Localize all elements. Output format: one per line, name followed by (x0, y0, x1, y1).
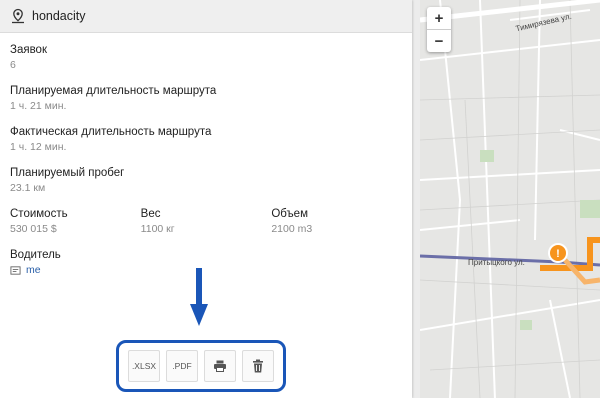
cost-field: Стоимость 530 015 $ (10, 207, 141, 236)
route-header: hondacity (0, 0, 412, 33)
delete-button[interactable] (242, 350, 274, 382)
driver-card-icon (10, 265, 21, 275)
svg-text:!: ! (556, 248, 560, 260)
actual-duration-value: 1 ч. 12 мин. (10, 141, 67, 153)
cost-label: Стоимость (10, 208, 68, 220)
weight-label: Вес (140, 208, 161, 220)
planned-duration-label: Планируемая длительность маршрута (10, 85, 217, 97)
weight-field: Вес 1100 кг (141, 207, 272, 236)
requests-field: Заявок 6 (10, 43, 402, 72)
planned-duration-field: Планируемая длительность маршрута 1 ч. 2… (10, 84, 402, 113)
actual-duration-label: Фактическая длительность маршрута (10, 126, 212, 138)
driver-label: Водитель (10, 249, 61, 261)
cost-value: 530 015 $ (10, 223, 57, 235)
trash-icon (253, 359, 263, 373)
printer-icon (214, 360, 226, 372)
volume-value: 2100 m3 (271, 223, 313, 235)
zoom-control: + − (427, 7, 451, 52)
actual-duration-field: Фактическая длительность маршрута 1 ч. 1… (10, 125, 402, 154)
export-pdf-button[interactable]: .PDF (166, 350, 198, 382)
planned-distance-field: Планируемый пробег 23.1 км (10, 166, 402, 195)
planned-distance-label: Планируемый пробег (10, 167, 125, 179)
weight-value: 1100 кг (140, 223, 175, 235)
route-details-panel: hondacity Заявок 6 Планируемая длительно… (0, 0, 412, 398)
zoom-out-button[interactable]: − (427, 29, 451, 52)
volume-field: Объем 2100 m3 (271, 207, 402, 236)
planned-distance-value: 23.1 км (10, 182, 46, 194)
export-toolbar: .XLSX .PDF (116, 340, 286, 392)
route-title: hondacity (32, 9, 86, 23)
map-tiles: ! (420, 0, 600, 398)
street-label-mid: Притыцкого ул. (468, 258, 525, 267)
volume-label: Объем (271, 208, 308, 220)
requests-value: 6 (10, 59, 16, 71)
driver-link[interactable]: me (26, 264, 41, 276)
export-xlsx-button[interactable]: .XLSX (128, 350, 160, 382)
planned-duration-value: 1 ч. 21 мин. (10, 100, 67, 112)
down-arrow-icon (190, 268, 208, 326)
zoom-in-button[interactable]: + (427, 7, 451, 29)
requests-label: Заявок (10, 44, 47, 56)
route-map[interactable]: ! Тимирязева ул. Притыцкого ул. + − (420, 0, 600, 398)
print-button[interactable] (204, 350, 236, 382)
map-pin-icon (12, 8, 24, 24)
totals-row: Стоимость 530 015 $ Вес 1100 кг Объем 21… (10, 207, 402, 236)
